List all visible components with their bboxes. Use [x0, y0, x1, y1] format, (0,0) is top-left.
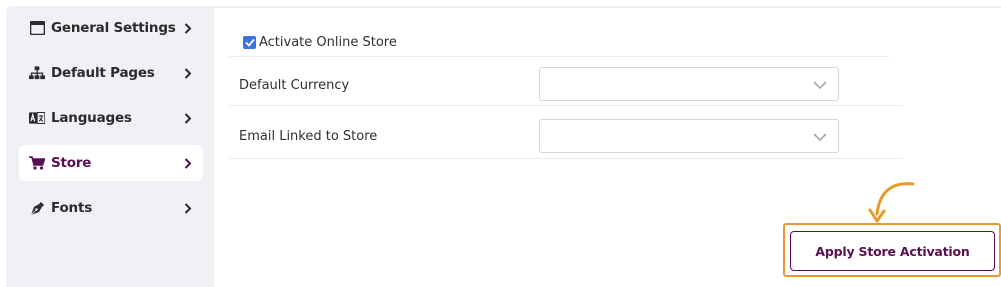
default-currency-label: Default Currency [239, 78, 350, 93]
chevron-right-icon [181, 157, 195, 169]
email-linked-label: Email Linked to Store [239, 129, 378, 144]
window-icon [29, 20, 45, 36]
cart-icon [29, 155, 45, 171]
sidebar-item-fonts[interactable]: Fonts [19, 190, 203, 226]
language-icon [29, 110, 45, 126]
sitemap-icon [29, 65, 45, 81]
sidebar-item-label: Languages [51, 110, 132, 126]
sidebar-item-label: General Settings [51, 20, 176, 36]
activate-store-checkbox[interactable] [243, 36, 256, 49]
default-currency-select[interactable] [539, 67, 839, 101]
apply-store-activation-button[interactable]: Apply Store Activation [790, 231, 995, 271]
chevron-down-icon [812, 129, 828, 145]
chevron-right-icon [181, 67, 195, 79]
sidebar-item-label: Fonts [51, 200, 93, 216]
pointer-arrow-icon [868, 182, 915, 223]
activate-store-label: Activate Online Store [259, 35, 397, 50]
activate-store-row: Activate Online Store [229, 29, 889, 57]
activate-store-checkbox-wrap[interactable]: Activate Online Store [243, 35, 397, 50]
sidebar-item-store[interactable]: Store [19, 145, 203, 181]
sidebar-item-general-settings[interactable]: General Settings [19, 10, 203, 46]
chevron-right-icon [181, 202, 195, 214]
sidebar-item-default-pages[interactable]: Default Pages [19, 55, 203, 91]
email-linked-row: Email Linked to Store [229, 111, 903, 159]
chevron-right-icon [181, 22, 195, 34]
email-linked-select[interactable] [539, 119, 839, 153]
default-currency-row: Default Currency [229, 60, 903, 106]
sidebar-item-languages[interactable]: Languages [19, 100, 203, 136]
pen-nib-icon [29, 200, 45, 216]
sidebar-item-label: Default Pages [51, 65, 155, 81]
sidebar-item-label: Store [51, 155, 92, 171]
content-top-strip [214, 6, 1001, 8]
chevron-down-icon [812, 77, 828, 93]
chevron-right-icon [181, 112, 195, 124]
